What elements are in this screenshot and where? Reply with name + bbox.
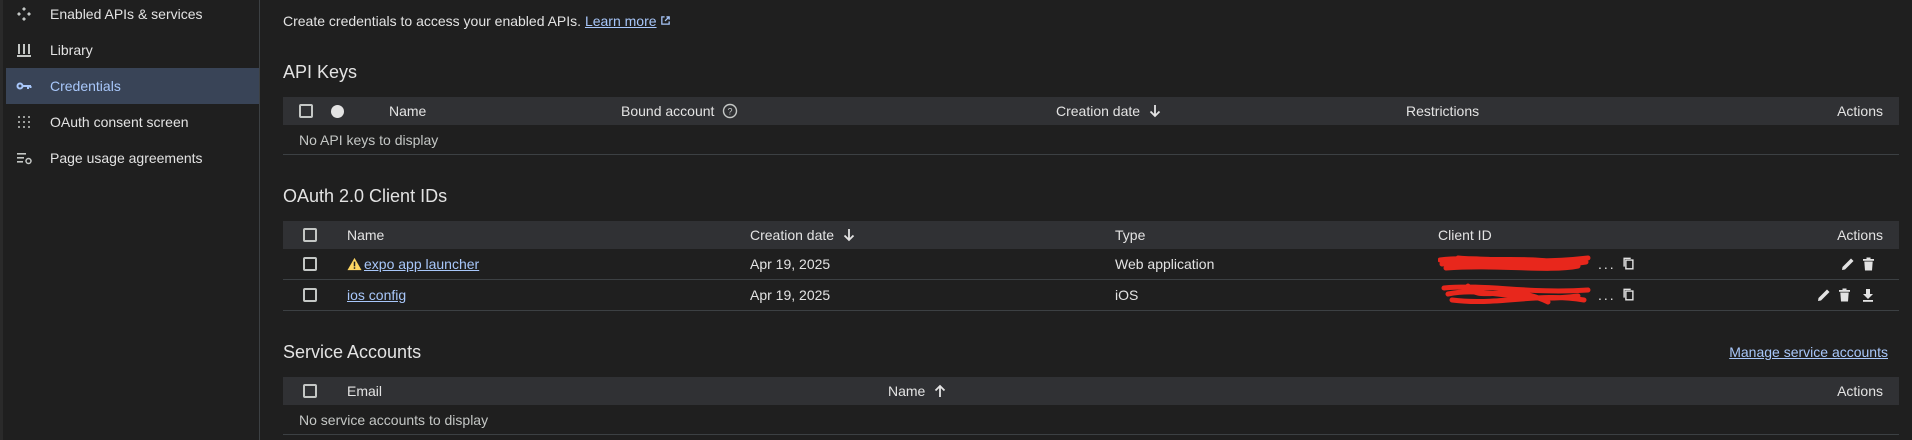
- external-link-icon: [660, 13, 671, 29]
- copy-icon[interactable]: [1622, 288, 1635, 302]
- select-all-checkbox[interactable]: [303, 221, 317, 249]
- service-accounts-table: Email Name Actions No service accounts t…: [283, 377, 1899, 435]
- key-icon: [16, 78, 44, 94]
- row-checkbox[interactable]: [303, 280, 317, 310]
- settings-list-icon: [16, 150, 44, 166]
- table-row: ios config Apr 19, 2025 iOS ...: [283, 280, 1899, 311]
- client-name-cell: expo app launcher: [347, 249, 479, 279]
- client-id-cell: ...: [1438, 249, 1635, 279]
- main-content: Create credentials to access your enable…: [260, 0, 1912, 440]
- select-all-checkbox[interactable]: [303, 377, 317, 405]
- sidebar-item-library[interactable]: Library: [6, 32, 259, 68]
- sidebar-item-label: OAuth consent screen: [50, 114, 189, 130]
- client-name-cell: ios config: [347, 280, 406, 310]
- oauth-table: Name Creation date Type Client ID Action…: [283, 221, 1899, 311]
- col-creation-date[interactable]: Creation date: [750, 221, 856, 249]
- sidebar-item-label: Library: [50, 42, 93, 58]
- delete-icon[interactable]: [1838, 280, 1851, 310]
- sidebar-item-page-usage[interactable]: Page usage agreements: [6, 140, 259, 176]
- type-cell: iOS: [1115, 287, 1139, 303]
- redaction-scribble: [1438, 283, 1596, 305]
- api-keys-header: Name Bound account ? Creation date Restr…: [283, 97, 1899, 125]
- sidebar-item-label: Enabled APIs & services: [50, 6, 203, 22]
- row-checkbox[interactable]: [303, 249, 317, 279]
- sidebar-item-enabled-apis[interactable]: Enabled APIs & services: [6, 0, 259, 32]
- api-diamond-icon: [16, 6, 44, 22]
- edit-icon[interactable]: [1841, 249, 1855, 279]
- col-type[interactable]: Type: [1115, 221, 1145, 249]
- download-icon[interactable]: [1861, 280, 1875, 310]
- sort-arrow-up-icon: [933, 384, 947, 398]
- api-keys-title: API Keys: [283, 62, 358, 82]
- sort-arrow-down-icon: [1148, 104, 1162, 118]
- sidebar-edge: [0, 0, 3, 440]
- api-keys-table: Name Bound account ? Creation date Restr…: [283, 97, 1899, 155]
- client-name-link[interactable]: ios config: [347, 287, 406, 303]
- library-icon: [16, 42, 44, 58]
- oauth-title: OAuth 2.0 Client IDs: [283, 186, 448, 206]
- col-name[interactable]: Name: [888, 377, 947, 405]
- sidebar-item-label: Page usage agreements: [50, 150, 203, 166]
- col-email[interactable]: Email: [347, 377, 382, 405]
- delete-icon[interactable]: [1862, 249, 1875, 279]
- learn-more-link[interactable]: Learn more: [585, 13, 657, 29]
- svg-text:?: ?: [728, 107, 733, 117]
- client-name-link[interactable]: expo app launcher: [364, 256, 479, 272]
- sidebar-item-oauth-consent[interactable]: OAuth consent screen: [6, 104, 259, 140]
- table-row: expo app launcher Apr 19, 2025 Web appli…: [283, 249, 1899, 280]
- col-name[interactable]: Name: [389, 97, 426, 125]
- col-client-id: Client ID: [1438, 227, 1492, 243]
- service-accounts-header: Email Name Actions: [283, 377, 1899, 405]
- oauth-header: Name Creation date Type Client ID Action…: [283, 221, 1899, 249]
- col-creation-date[interactable]: Creation date: [1056, 97, 1162, 125]
- creation-date-cell: Apr 19, 2025: [750, 287, 831, 303]
- col-name[interactable]: Name: [347, 221, 384, 249]
- oauth-dots-icon: [16, 114, 44, 130]
- edit-icon[interactable]: [1817, 280, 1831, 310]
- manage-service-accounts-link[interactable]: Manage service accounts: [1729, 344, 1888, 360]
- sidebar-item-credentials[interactable]: Credentials: [6, 68, 259, 104]
- help-circle-icon[interactable]: ?: [722, 103, 738, 119]
- sidebar: Enabled APIs & services Library Credenti…: [0, 0, 260, 440]
- col-actions: Actions: [1837, 383, 1883, 399]
- service-accounts-title: Service Accounts: [283, 342, 422, 362]
- client-id-cell: ...: [1438, 280, 1635, 310]
- status-dot-icon: [331, 97, 344, 125]
- col-actions: Actions: [1837, 103, 1883, 119]
- col-bound-account[interactable]: Bound account ?: [621, 97, 738, 125]
- redaction-scribble: [1438, 254, 1596, 274]
- creation-date-cell: Apr 19, 2025: [750, 256, 831, 272]
- copy-icon[interactable]: [1622, 257, 1635, 271]
- service-accounts-empty-row: No service accounts to display: [283, 405, 1899, 435]
- api-keys-empty-row: No API keys to display: [283, 125, 1899, 155]
- type-cell: Web application: [1115, 256, 1215, 272]
- select-all-checkbox[interactable]: [299, 97, 313, 125]
- warning-icon: [347, 257, 362, 271]
- sort-arrow-down-icon: [842, 228, 856, 242]
- intro-text: Create credentials to access your enable…: [283, 13, 671, 29]
- sidebar-item-label: Credentials: [50, 78, 121, 94]
- col-restrictions: Restrictions: [1406, 103, 1480, 119]
- col-actions: Actions: [1837, 227, 1883, 243]
